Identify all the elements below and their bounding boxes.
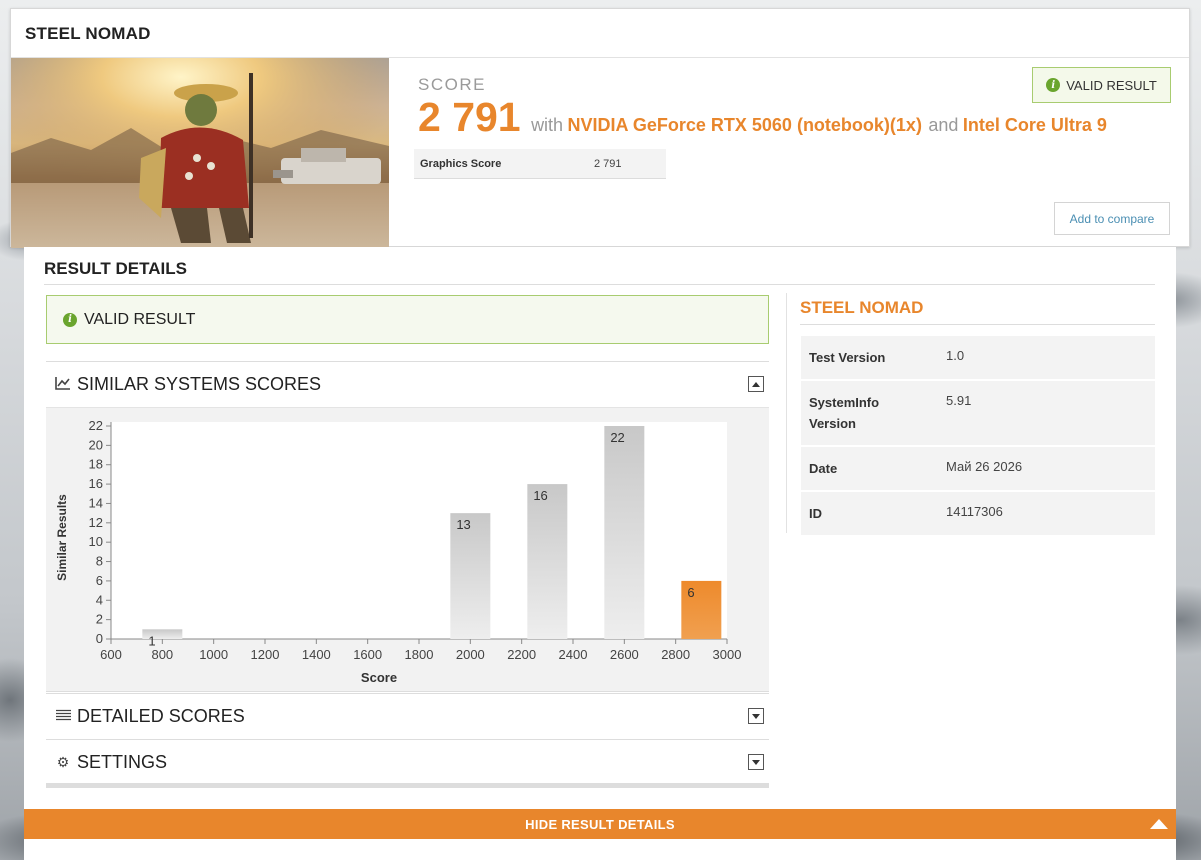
x-tick-label: 1400 — [302, 647, 331, 662]
y-tick-label: 20 — [89, 437, 103, 452]
gear-icon: ⚙ — [56, 753, 70, 770]
overall-score: 2 791 — [418, 94, 521, 140]
graphics-score-row: Graphics Score 2 791 — [414, 149, 666, 179]
x-tick-label: 600 — [100, 647, 122, 662]
info-key: ID — [809, 506, 822, 521]
y-axis-title: Similar Results — [55, 494, 69, 581]
result-details-title: RESULT DETAILS — [44, 255, 1155, 285]
info-key: SystemInfo Version — [809, 395, 880, 431]
valid-result-badge: i VALID RESULT — [1032, 67, 1171, 103]
bar — [527, 484, 568, 639]
histogram-svg: 0246810121416182022600 800 1000 1200 1400 160… — [55, 418, 742, 685]
info-row-date: Date Май 26 2026 — [801, 447, 1155, 492]
x-axis-title: Score — [361, 670, 397, 685]
y-tick-label: 18 — [89, 457, 103, 472]
x-tick-label: 1800 — [405, 647, 434, 662]
test-info-table: Test Version 1.0 SystemInfo Version 5.91… — [801, 336, 1155, 537]
result-header-card: STEEL NOMAD SCORE 2 791 with NVIDIA GeFo… — [10, 8, 1190, 248]
x-tick-label: 2400 — [559, 647, 588, 662]
y-tick-label: 4 — [96, 592, 103, 607]
y-tick-label: 6 — [96, 573, 103, 588]
settings-header[interactable]: ⚙ SETTINGS — [46, 739, 769, 784]
info-key: Date — [809, 461, 838, 476]
x-tick-label: 2600 — [610, 647, 639, 662]
x-tick-label: 1200 — [251, 647, 280, 662]
settings-title: SETTINGS — [77, 751, 168, 772]
x-tick-label: 2800 — [661, 647, 690, 662]
add-to-compare-button[interactable]: Add to compare — [1054, 202, 1170, 235]
info-value: 5.91 — [946, 393, 972, 408]
x-tick-label: 3000 — [713, 647, 742, 662]
score-label: SCORE — [418, 75, 486, 94]
sidebar-test-title: STEEL NOMAD — [800, 295, 1155, 325]
steel-nomad-banner-image — [11, 58, 389, 248]
hide-result-details-button[interactable]: HIDE RESULT DETAILS — [24, 809, 1176, 839]
info-icon: i — [1046, 78, 1061, 92]
y-tick-label: 0 — [96, 631, 103, 646]
graphics-score-value: 2 791 — [594, 157, 622, 170]
bar-value-label: 13 — [456, 517, 470, 532]
similar-systems-header[interactable]: SIMILAR SYSTEMS SCORES — [46, 361, 769, 406]
y-tick-label: 2 — [96, 612, 103, 627]
valid-result-box: i VALID RESULT — [46, 295, 769, 344]
y-tick-label: 14 — [89, 495, 103, 510]
y-tick-label: 12 — [89, 515, 103, 530]
graphics-score-label: Graphics Score — [420, 157, 502, 170]
expand-toggle[interactable] — [748, 754, 764, 770]
collapse-toggle[interactable] — [748, 376, 764, 392]
valid-result-badge-label: VALID RESULT — [1066, 77, 1157, 93]
bar-value-label: 6 — [687, 585, 694, 600]
column-divider — [786, 293, 787, 533]
x-tick-label: 2000 — [456, 647, 485, 662]
hide-result-details-label: HIDE RESULT DETAILS — [525, 816, 675, 832]
info-row-id: ID 14117306 — [801, 492, 1155, 537]
valid-result-label: VALID RESULT — [84, 310, 196, 328]
info-icon: i — [63, 312, 77, 327]
x-tick-label: 1000 — [199, 647, 228, 662]
y-tick-label: 22 — [89, 418, 103, 433]
and-text: and — [928, 115, 959, 135]
info-row-test-version: Test Version 1.0 — [801, 336, 1155, 381]
y-tick-label: 10 — [89, 534, 103, 549]
y-tick-label: 8 — [96, 554, 103, 569]
expand-toggle[interactable] — [748, 708, 764, 724]
x-tick-label: 800 — [151, 647, 173, 662]
bar-value-label: 1 — [148, 633, 155, 648]
info-value: 14117306 — [946, 504, 1003, 519]
with-text: with — [531, 115, 564, 135]
detailed-scores-header[interactable]: DETAILED SCORES — [46, 693, 769, 738]
similar-systems-chart: 0 2 4 6 8 10 12 14 16 18 20 22 600 800 1000 1200 1400 160… — [46, 407, 769, 692]
score-block: SCORE 2 791 with NVIDIA GeForce RTX 5060… — [418, 75, 1107, 140]
bar-value-label: 16 — [533, 488, 547, 503]
info-row-systeminfo-version: SystemInfo Version 5.91 — [801, 381, 1155, 447]
info-value: 1.0 — [946, 348, 965, 363]
bar-value-label: 22 — [610, 430, 624, 445]
info-key: Test Version — [809, 350, 886, 365]
result-details-panel: RESULT DETAILS i VALID RESULT SIMILAR SY… — [24, 247, 1176, 860]
similar-systems-title: SIMILAR SYSTEMS SCORES — [77, 373, 322, 394]
bar — [604, 426, 645, 639]
info-value: Май 26 2026 — [946, 459, 1023, 474]
cpu-name[interactable]: Intel Core Ultra 9 — [963, 115, 1107, 135]
line-chart-icon — [54, 376, 72, 393]
list-icon — [54, 708, 72, 724]
chevron-up-icon — [1150, 819, 1168, 829]
section-divider — [46, 783, 769, 788]
x-tick-label: 2200 — [507, 647, 536, 662]
x-tick-label: 1600 — [353, 647, 382, 662]
test-title: STEEL NOMAD — [11, 9, 1189, 58]
detailed-scores-title: DETAILED SCORES — [77, 705, 245, 726]
gpu-name[interactable]: NVIDIA GeForce RTX 5060 (notebook)(1x) — [568, 115, 922, 135]
y-tick-label: 16 — [89, 476, 103, 491]
